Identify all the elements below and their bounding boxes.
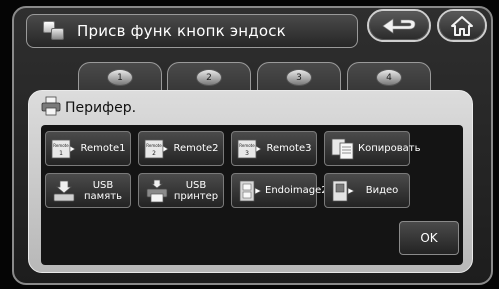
usb-printer-label: USB принтер <box>173 179 219 202</box>
page-title: Присв функ кнопк эндоск <box>77 22 286 40</box>
tab-number: 1 <box>107 69 133 86</box>
remote-icon: Remote 1 <box>51 139 76 158</box>
function-grid: Remote 1 Remote1 Remote 2 Remote2 Remote… <box>41 125 463 265</box>
video-button[interactable]: Видео <box>324 173 410 208</box>
remote-icon-text: Remote <box>146 143 162 148</box>
endoimage-icon <box>239 180 262 201</box>
usb-memory-button[interactable]: USB память <box>45 173 131 208</box>
endoimage2-button[interactable]: Endoimage2 <box>231 173 328 208</box>
remote2-label: Remote2 <box>173 143 219 154</box>
copy-icon <box>331 138 354 159</box>
ok-button[interactable]: OK <box>399 221 459 255</box>
back-button[interactable] <box>367 9 431 42</box>
home-button[interactable] <box>437 9 487 42</box>
remote-icon-number: 3 <box>245 150 249 157</box>
usb-memory-label: USB память <box>84 179 122 202</box>
return-arrow-icon <box>382 17 416 34</box>
title-bar: Присв функ кнопк эндоск <box>26 14 358 48</box>
panel-title: Перифер. <box>65 100 137 116</box>
copy-button[interactable]: Копировать <box>324 131 420 166</box>
remote2-button[interactable]: Remote 2 Remote2 <box>138 131 224 166</box>
tab-number: 2 <box>196 69 222 86</box>
peripheral-panel: Перифер. Remote 1 Remote1 Remote 2 Remot… <box>28 90 473 273</box>
remote1-button[interactable]: Remote 1 Remote1 <box>45 131 131 166</box>
printer-icon <box>41 96 61 116</box>
remote-icon-number: 1 <box>59 150 63 157</box>
home-icon <box>451 15 473 36</box>
endoimage2-label: Endoimage2 <box>265 185 328 196</box>
remote1-label: Remote1 <box>80 143 126 154</box>
copy-label: Копировать <box>358 143 421 154</box>
remote-icon: Remote 3 <box>237 139 262 158</box>
tab-number: 3 <box>286 69 312 86</box>
tab-number: 4 <box>376 69 402 86</box>
remote3-label: Remote3 <box>266 143 312 154</box>
remote-icon-text: Remote <box>53 143 69 148</box>
two-squares-icon <box>41 20 67 42</box>
video-label: Видео <box>365 185 399 196</box>
remote-icon-number: 2 <box>152 150 156 157</box>
remote-icon-text: Remote <box>239 143 255 148</box>
usb-printer-icon <box>146 179 168 202</box>
video-icon <box>332 180 355 201</box>
remote3-button[interactable]: Remote 3 Remote3 <box>231 131 317 166</box>
usb-memory-icon <box>53 180 75 201</box>
remote-icon: Remote 2 <box>144 139 169 158</box>
usb-printer-button[interactable]: USB принтер <box>138 173 224 208</box>
